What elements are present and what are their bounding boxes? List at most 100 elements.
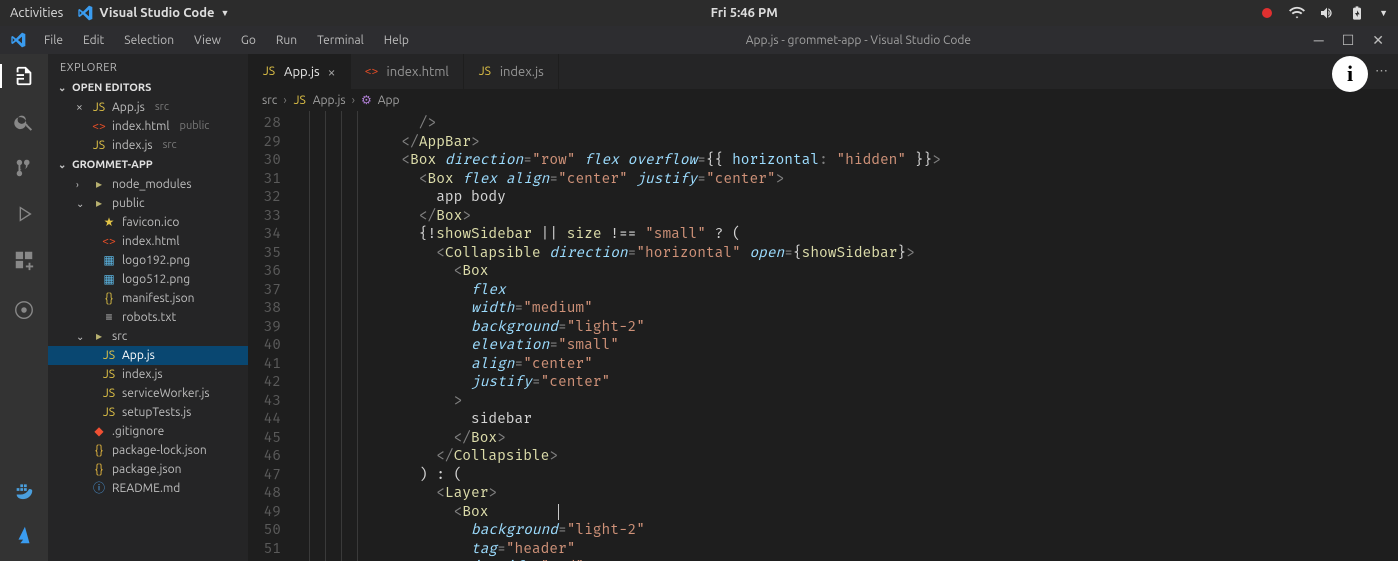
editor-tab-index-js[interactable]: JSindex.js	[464, 54, 559, 89]
breadcrumb-segment[interactable]: App.js	[313, 94, 346, 107]
battery-icon[interactable]	[1349, 5, 1365, 21]
code-line[interactable]: </AppBar>	[293, 132, 1398, 151]
code-line[interactable]: background="light-2"	[293, 520, 1398, 539]
ab-docker-icon[interactable]	[12, 477, 36, 501]
tree-item-label: App.js	[122, 346, 155, 365]
tree-item-package-json[interactable]: ›{}package.json	[48, 460, 248, 479]
menu-view[interactable]: View	[186, 30, 229, 51]
code-line[interactable]: align="center"	[293, 354, 1398, 373]
menu-selection[interactable]: Selection	[116, 30, 182, 51]
code-line[interactable]: tag="header"	[293, 539, 1398, 558]
code-line[interactable]: </Collapsible>	[293, 446, 1398, 465]
active-app-menu[interactable]: Visual Studio Code ▼	[77, 5, 229, 21]
ab-extensions-icon[interactable]	[12, 248, 36, 272]
breadcrumb[interactable]: src›JSApp.js›⚙App	[248, 89, 1398, 111]
code-line[interactable]: ) : (	[293, 465, 1398, 484]
menu-go[interactable]: Go	[233, 30, 264, 51]
tree-item-robots-txt[interactable]: ›≡robots.txt	[48, 308, 248, 327]
volume-icon[interactable]	[1319, 5, 1335, 21]
code-line[interactable]: <Box	[293, 261, 1398, 280]
editor-tab-app-js[interactable]: JSApp.js×	[248, 54, 351, 89]
tab-label: index.html	[387, 65, 449, 79]
code-editor[interactable]: 2829303132333435363738394041424344454647…	[248, 111, 1398, 561]
chevron-right-icon[interactable]: ›	[76, 175, 86, 194]
code-line[interactable]: <Box	[293, 502, 1398, 521]
ab-explorer-icon[interactable]	[12, 64, 36, 88]
chevron-down-icon[interactable]: ⌄	[76, 194, 86, 213]
open-editor-item[interactable]: JSindex.jssrc	[48, 136, 248, 155]
tree-item-package-lock-json[interactable]: ›{}package-lock.json	[48, 441, 248, 460]
close-icon[interactable]: ×	[328, 64, 336, 80]
more-icon[interactable]: ⋯	[1375, 64, 1388, 79]
project-header[interactable]: ⌄ GROMMET-APP	[48, 155, 248, 175]
code-line[interactable]: flex	[293, 280, 1398, 299]
activities-button[interactable]: Activities	[10, 6, 63, 20]
code-line[interactable]: justify="center"	[293, 372, 1398, 391]
tree-item-app-js[interactable]: ›JSApp.js	[48, 346, 248, 365]
code-line[interactable]: </Box>	[293, 206, 1398, 225]
info-overlay-icon: i	[1332, 56, 1368, 92]
tree-item-label: README.md	[112, 479, 180, 498]
tree-item-favicon-ico[interactable]: ›★favicon.ico	[48, 213, 248, 232]
screen-record-icon[interactable]	[1259, 5, 1275, 21]
code-line[interactable]: width="medium"	[293, 298, 1398, 317]
line-number: 40	[248, 335, 281, 354]
window-minimize-button[interactable]: ─	[1314, 32, 1324, 48]
os-tray[interactable]: ▼	[1259, 5, 1388, 21]
code-line[interactable]: <Box flex align="center" justify="center…	[293, 169, 1398, 188]
menu-run[interactable]: Run	[268, 30, 305, 51]
open-editors-header[interactable]: ⌄ OPEN EDITORS	[48, 78, 248, 98]
tree-item-src[interactable]: ⌄▸src	[48, 327, 248, 346]
folder-file-icon: ▸	[92, 178, 106, 192]
tree-item-public[interactable]: ⌄▸public	[48, 194, 248, 213]
code-line[interactable]: justify="end"	[293, 557, 1398, 561]
tree-item-logo512-png[interactable]: ›▦logo512.png	[48, 270, 248, 289]
ab-azure-icon[interactable]	[12, 523, 36, 547]
js-file-icon: JS	[92, 101, 106, 115]
code-line[interactable]: <Layer>	[293, 483, 1398, 502]
open-editors-label: OPEN EDITORS	[72, 82, 151, 94]
code-content[interactable]: /> </AppBar> <Box direction="row" flex o…	[293, 111, 1398, 561]
tree-item-index-js[interactable]: ›JSindex.js	[48, 365, 248, 384]
ab-search-icon[interactable]	[12, 110, 36, 134]
line-number: 38	[248, 298, 281, 317]
open-editor-item[interactable]: ×JSApp.jssrc	[48, 98, 248, 117]
tree-item-manifest-json[interactable]: ›{}manifest.json	[48, 289, 248, 308]
window-maximize-button[interactable]: ☐	[1342, 32, 1355, 49]
ab-scm-icon[interactable]	[12, 156, 36, 180]
tree-item-serviceworker-js[interactable]: ›JSserviceWorker.js	[48, 384, 248, 403]
code-line[interactable]: <Collapsible direction="horizontal" open…	[293, 243, 1398, 262]
editor-tab-index-html[interactable]: <>index.html	[351, 54, 464, 89]
close-icon[interactable]: ×	[76, 98, 86, 117]
window-close-button[interactable]: ✕	[1372, 32, 1384, 49]
code-line[interactable]: elevation="small"	[293, 335, 1398, 354]
tree-item-node_modules[interactable]: ›▸node_modules	[48, 175, 248, 194]
code-line[interactable]: </Box>	[293, 428, 1398, 447]
breadcrumb-segment[interactable]: App	[378, 94, 400, 107]
open-editor-item[interactable]: <>index.htmlpublic	[48, 117, 248, 136]
ab-debug-icon[interactable]	[12, 202, 36, 226]
code-line[interactable]: {!showSidebar || size !== "small" ? (	[293, 224, 1398, 243]
tree-item-index-html[interactable]: ›<>index.html	[48, 232, 248, 251]
wifi-icon[interactable]	[1289, 5, 1305, 21]
code-line[interactable]: sidebar	[293, 409, 1398, 428]
brace-file-icon: {}	[102, 292, 116, 306]
code-line[interactable]: />	[293, 113, 1398, 132]
code-line[interactable]: >	[293, 391, 1398, 410]
code-line[interactable]: app body	[293, 187, 1398, 206]
breadcrumb-segment[interactable]: src	[262, 94, 277, 107]
chevron-down-icon[interactable]: ⌄	[76, 327, 86, 346]
code-line[interactable]: background="light-2"	[293, 317, 1398, 336]
menu-terminal[interactable]: Terminal	[309, 30, 372, 51]
menu-help[interactable]: Help	[376, 30, 417, 51]
menu-file[interactable]: File	[36, 30, 71, 51]
tree-item--gitignore[interactable]: ›◆.gitignore	[48, 422, 248, 441]
tree-item-readme-md[interactable]: ›ⓘREADME.md	[48, 479, 248, 498]
os-clock[interactable]: Fri 5:46 PM	[229, 6, 1259, 20]
tree-item-logo192-png[interactable]: ›▦logo192.png	[48, 251, 248, 270]
code-line[interactable]: <Box direction="row" flex overflow={{ ho…	[293, 150, 1398, 169]
open-editor-filename: index.html	[112, 117, 170, 136]
menu-edit[interactable]: Edit	[75, 30, 112, 51]
tree-item-setuptests-js[interactable]: ›JSsetupTests.js	[48, 403, 248, 422]
ab-remote-icon[interactable]	[12, 298, 36, 322]
